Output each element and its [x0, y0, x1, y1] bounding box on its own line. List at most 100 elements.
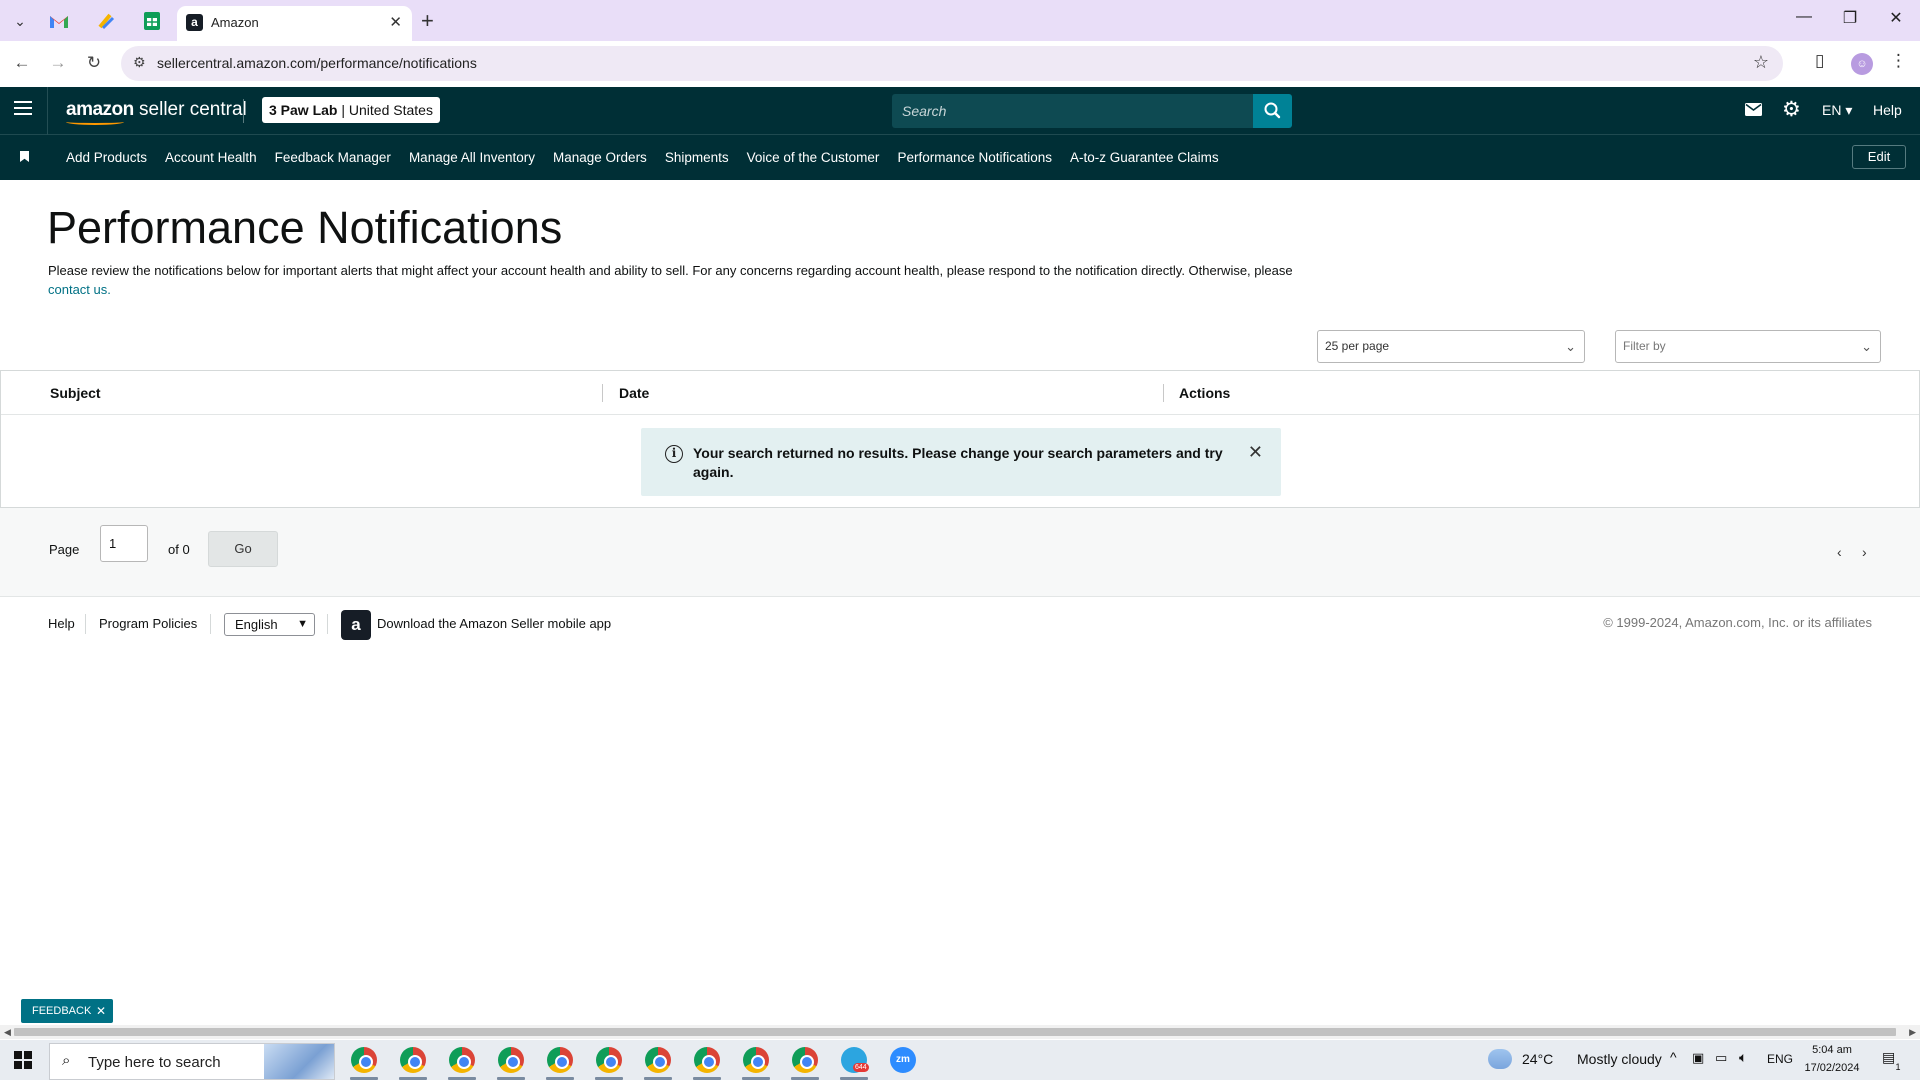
input-language[interactable]: ENG	[1767, 1052, 1793, 1066]
settings-gear-icon[interactable]: ⚙	[1782, 97, 1801, 122]
chrome-profile-9-icon[interactable]	[743, 1047, 769, 1073]
chrome-profile-4-icon[interactable]	[498, 1047, 524, 1073]
chrome-profile-1-icon[interactable]	[351, 1047, 377, 1073]
download-app-link[interactable]: Download the Amazon Seller mobile app	[377, 616, 611, 631]
per-page-select[interactable]: 25 per page ⌄	[1317, 330, 1585, 363]
notification-count: 1	[1895, 1062, 1901, 1072]
zoom-icon[interactable]: zm	[890, 1047, 916, 1073]
minimize-icon[interactable]: —	[1784, 8, 1824, 26]
back-icon[interactable]: ←	[10, 53, 34, 73]
chevron-down-icon: ⌄	[1861, 339, 1872, 354]
amazon-favicon-icon: a	[186, 14, 203, 31]
side-panel-icon[interactable]: ▯	[1815, 51, 1824, 71]
close-alert-icon[interactable]: ✕	[1248, 442, 1263, 463]
volume-icon[interactable]: 🔈︎	[1739, 1049, 1747, 1066]
contact-us-link[interactable]: contact us.	[48, 282, 111, 297]
bookmark-icon[interactable]	[20, 151, 29, 162]
site-settings-icon[interactable]: ⚙	[133, 54, 146, 71]
per-page-value: 25 per page	[1325, 339, 1390, 353]
next-page-icon[interactable]: ›	[1862, 544, 1867, 560]
windows-start-icon[interactable]	[14, 1051, 32, 1069]
sheets-tab-icon[interactable]	[138, 8, 166, 34]
address-bar[interactable]: ⚙ sellercentral.amazon.com/performance/n…	[121, 46, 1783, 81]
nav-a-to-z-guarantee-claims[interactable]: A-to-z Guarantee Claims	[1070, 150, 1219, 165]
weather-temperature[interactable]: 24°C	[1522, 1051, 1553, 1067]
amazon-seller-app-icon[interactable]: a	[341, 610, 371, 640]
table-header: Subject Date Actions	[1, 371, 1919, 415]
weather-cloud-icon[interactable]	[1488, 1049, 1512, 1069]
nav-shipments[interactable]: Shipments	[665, 150, 729, 165]
page-number-input[interactable]	[100, 525, 148, 562]
weather-description[interactable]: Mostly cloudy	[1577, 1051, 1662, 1067]
scrollbar-thumb[interactable]	[14, 1028, 1896, 1036]
chevron-down-icon: ▼	[297, 618, 308, 630]
search-button[interactable]	[1253, 94, 1292, 128]
language-selector[interactable]: EN ▾	[1822, 102, 1852, 119]
seller-central-logo[interactable]: amazon seller central	[66, 99, 247, 125]
footer-help-link[interactable]: Help	[48, 616, 75, 631]
hamburger-menu-icon[interactable]	[14, 101, 32, 115]
previous-page-icon[interactable]: ‹	[1837, 544, 1842, 560]
nav-manage-orders[interactable]: Manage Orders	[553, 150, 647, 165]
help-link[interactable]: Help	[1873, 102, 1902, 118]
taskbar-search[interactable]: ⌕ Type here to search	[49, 1043, 335, 1080]
clock-date[interactable]: 17/02/2024	[1800, 1062, 1864, 1074]
chrome-profile-5-icon[interactable]	[547, 1047, 573, 1073]
filter-by-select[interactable]: Filter by ⌄	[1615, 330, 1881, 363]
new-tab-icon[interactable]: +	[421, 8, 434, 34]
close-tab-icon[interactable]: ✕	[389, 13, 402, 31]
mail-icon[interactable]	[1745, 100, 1762, 121]
browser-menu-icon[interactable]: ⋮	[1890, 51, 1907, 71]
gmail-tab-icon[interactable]	[45, 8, 73, 34]
nav-feedback-manager[interactable]: Feedback Manager	[275, 150, 391, 165]
chrome-profile-2-icon[interactable]	[400, 1047, 426, 1073]
header-search[interactable]	[892, 94, 1253, 128]
footer-language-select[interactable]: English ▼	[224, 613, 315, 636]
nav-performance-notifications[interactable]: Performance Notifications	[897, 150, 1052, 165]
window-close-icon[interactable]: ✕	[1876, 8, 1916, 28]
chrome-profile-7-icon[interactable]	[645, 1047, 671, 1073]
nav-account-health[interactable]: Account Health	[165, 150, 257, 165]
bookmark-nav-bar: Add Products Account Health Feedback Man…	[0, 135, 1920, 180]
intro-text: Please review the notifications below fo…	[48, 263, 1293, 278]
nav-voice-of-the-customer[interactable]: Voice of the Customer	[747, 150, 880, 165]
network-icon[interactable]: ▭	[1715, 1050, 1727, 1066]
pinned-app-tab-icon[interactable]	[92, 8, 120, 34]
browser-toolbar: ← → ↻ ⚙ sellercentral.amazon.com/perform…	[0, 41, 1920, 87]
tray-overflow-chevron-icon[interactable]: ^	[1670, 1049, 1677, 1065]
horizontal-scrollbar[interactable]: ◀ ▶	[0, 1025, 1920, 1039]
chrome-profile-10-icon[interactable]	[792, 1047, 818, 1073]
column-date[interactable]: Date	[619, 385, 649, 401]
forward-icon[interactable]: →	[46, 53, 70, 73]
column-subject[interactable]: Subject	[50, 385, 101, 401]
nav-manage-all-inventory[interactable]: Manage All Inventory	[409, 150, 535, 165]
reload-icon[interactable]: ↻	[82, 53, 106, 73]
url-text[interactable]: sellercentral.amazon.com/performance/not…	[157, 55, 477, 71]
scroll-left-icon[interactable]: ◀	[4, 1025, 11, 1039]
chrome-profile-3-icon[interactable]	[449, 1047, 475, 1073]
search-icon	[1264, 102, 1281, 119]
scroll-right-icon[interactable]: ▶	[1909, 1025, 1916, 1039]
program-policies-link[interactable]: Program Policies	[99, 616, 197, 631]
restore-icon[interactable]: ❐	[1830, 8, 1870, 28]
go-button[interactable]: Go	[208, 531, 278, 567]
header-search-input[interactable]	[892, 94, 1253, 128]
profile-avatar[interactable]: ☺	[1851, 53, 1873, 75]
nav-add-products[interactable]: Add Products	[66, 150, 147, 165]
account-switcher[interactable]: 3 Paw Lab | United States	[262, 97, 440, 123]
language-code: EN	[1822, 102, 1842, 118]
clock-time[interactable]: 5:04 am	[1800, 1044, 1864, 1056]
edit-nav-button[interactable]: Edit	[1852, 145, 1906, 169]
browser-tab-strip: ⌄ a Amazon ✕ + — ❐ ✕	[0, 0, 1920, 41]
bookmark-star-icon[interactable]: ☆	[1753, 52, 1769, 73]
chrome-profile-8-icon[interactable]	[694, 1047, 720, 1073]
close-feedback-icon[interactable]: ✕	[96, 999, 106, 1023]
tray-app-icon[interactable]: ▣	[1692, 1050, 1704, 1066]
column-actions: Actions	[1179, 385, 1231, 401]
tab-search-chevron-icon[interactable]: ⌄	[8, 9, 32, 33]
telegram-icon[interactable]: 644	[841, 1047, 869, 1073]
page-footer: Help Program Policies English ▼ a Downlo…	[0, 598, 1920, 652]
feedback-button[interactable]: FEEDBACK ✕	[21, 999, 113, 1023]
chrome-profile-6-icon[interactable]	[596, 1047, 622, 1073]
active-browser-tab[interactable]: a Amazon ✕	[177, 6, 412, 41]
